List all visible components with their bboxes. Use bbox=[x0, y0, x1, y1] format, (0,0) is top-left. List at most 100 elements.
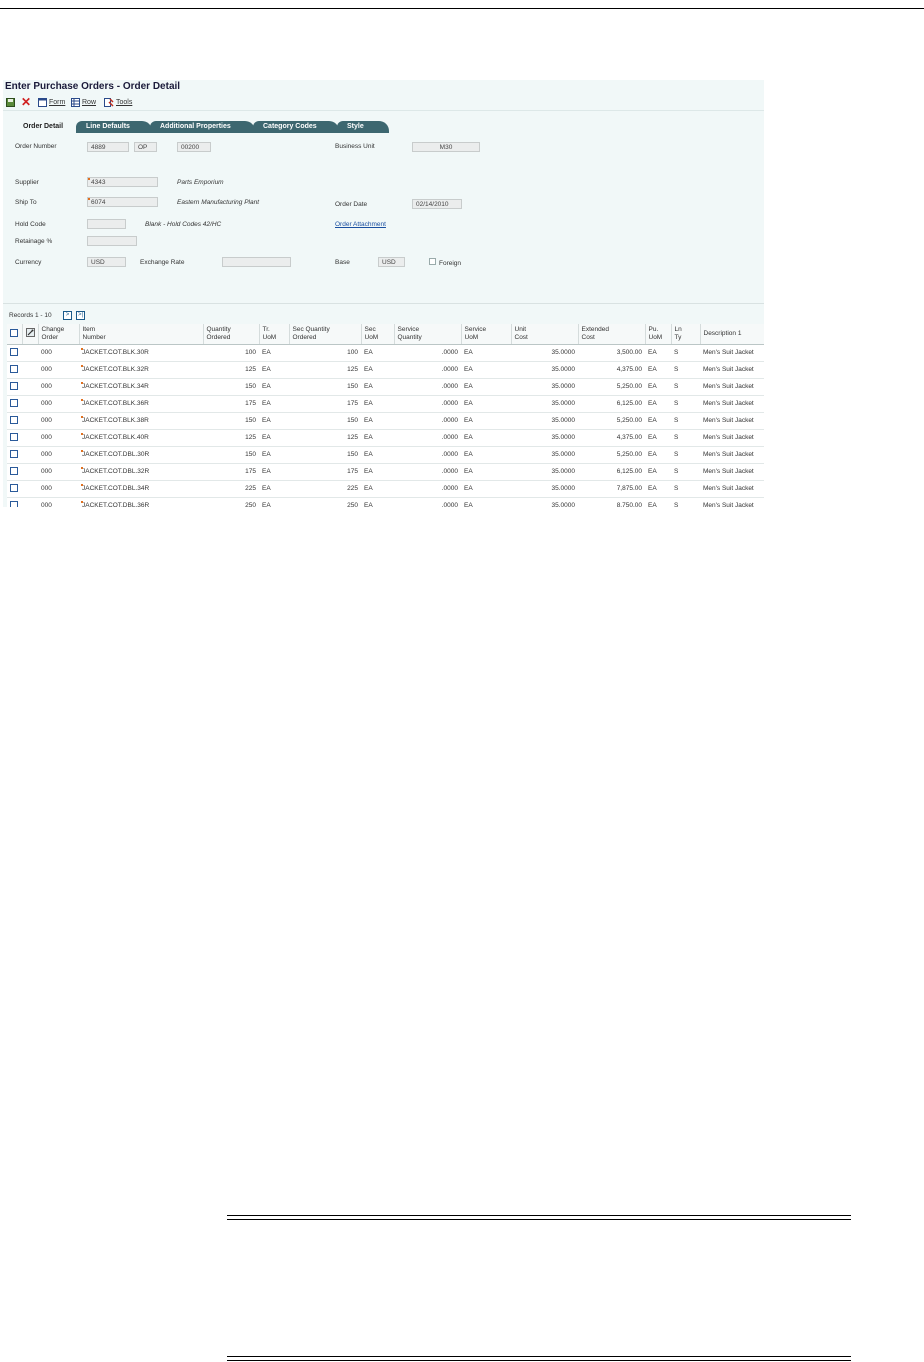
table-row[interactable]: 000 JACKET.COT.DBL.36R 250 EA 250 EA .0000 EA 35… bbox=[7, 497, 764, 507]
table-row[interactable]: 000 JACKET.COT.BLK.34R 150 EA 150 EA .0000 EA 35… bbox=[7, 378, 764, 396]
exchange-rate-field[interactable] bbox=[222, 257, 291, 267]
cell-item-number[interactable]: JACKET.COT.BLK.32R bbox=[79, 361, 203, 379]
row-checkbox[interactable] bbox=[10, 416, 18, 425]
cell-ln-ty[interactable]: S bbox=[671, 412, 700, 430]
base-currency-field[interactable]: USD bbox=[378, 257, 405, 267]
cell-pu-uom[interactable]: EA bbox=[645, 463, 671, 481]
row-checkbox[interactable] bbox=[10, 433, 18, 442]
table-row[interactable]: 000 JACKET.COT.BLK.32R 125 EA 125 EA .0000 EA 35… bbox=[7, 361, 764, 379]
cell-sec-uom[interactable]: EA bbox=[361, 412, 394, 430]
cell-item-number[interactable]: JACKET.COT.DBL.34R bbox=[79, 480, 203, 498]
cell-ln-ty[interactable]: S bbox=[671, 344, 700, 362]
cell-sec-quantity[interactable]: 100 bbox=[289, 344, 361, 362]
cell-tr-uom[interactable]: EA bbox=[259, 361, 289, 379]
cell-tr-uom[interactable]: EA bbox=[259, 344, 289, 362]
cell-description[interactable]: Men's Suit Jacket bbox=[700, 480, 764, 498]
cell-item-number[interactable]: JACKET.COT.DBL.32R bbox=[79, 463, 203, 481]
cell-sec-uom[interactable]: EA bbox=[361, 344, 394, 362]
column-header-service-uom[interactable]: Service UoM bbox=[461, 324, 512, 345]
row-checkbox[interactable] bbox=[10, 399, 18, 408]
cell-service-uom[interactable]: EA bbox=[461, 497, 511, 507]
cell-quantity-ordered[interactable]: 150 bbox=[203, 378, 259, 396]
cell-description[interactable]: Men's Suit Jacket bbox=[700, 412, 764, 430]
cell-description[interactable]: Men's Suit Jacket bbox=[700, 361, 764, 379]
cell-sec-quantity[interactable]: 150 bbox=[289, 412, 361, 430]
row-checkbox[interactable] bbox=[10, 484, 18, 493]
cell-ln-ty[interactable]: S bbox=[671, 395, 700, 413]
cell-sec-uom[interactable]: EA bbox=[361, 429, 394, 447]
cell-ln-ty[interactable]: S bbox=[671, 446, 700, 464]
cell-item-number[interactable]: JACKET.COT.BLK.30R bbox=[79, 344, 203, 362]
cell-service-uom[interactable]: EA bbox=[461, 429, 511, 447]
currency-field[interactable]: USD bbox=[87, 257, 126, 267]
tab-order-detail[interactable]: Order Detail bbox=[13, 121, 78, 133]
cell-sec-uom[interactable]: EA bbox=[361, 463, 394, 481]
cell-sec-quantity[interactable]: 175 bbox=[289, 395, 361, 413]
supplier-field[interactable]: 4343 bbox=[87, 177, 158, 187]
table-row[interactable]: 000 JACKET.COT.BLK.38R 150 EA 150 EA .0000 EA 35… bbox=[7, 412, 764, 430]
column-header-pu-uom[interactable]: Pu. UoM bbox=[645, 324, 672, 345]
order-company-field[interactable]: 00200 bbox=[177, 142, 211, 152]
cell-extended-cost[interactable]: 6,125.00 bbox=[578, 395, 645, 413]
cell-change-order[interactable]: 000 bbox=[38, 480, 79, 498]
row-checkbox[interactable] bbox=[10, 348, 18, 357]
ship-to-field[interactable]: 6074 bbox=[87, 197, 158, 207]
cell-change-order[interactable]: 000 bbox=[38, 463, 79, 481]
cancel-button[interactable]: ✕ bbox=[21, 96, 31, 108]
cell-service-uom[interactable]: EA bbox=[461, 344, 511, 362]
cell-tr-uom[interactable]: EA bbox=[259, 463, 289, 481]
column-header-sec-uom[interactable]: Sec UoM bbox=[361, 324, 395, 345]
cell-service-quantity[interactable]: .0000 bbox=[394, 378, 461, 396]
order-date-field[interactable]: 02/14/2010 bbox=[412, 199, 462, 209]
cell-item-number[interactable]: JACKET.COT.DBL.30R bbox=[79, 446, 203, 464]
cell-description[interactable]: Men's Suit Jacket bbox=[700, 446, 764, 464]
cell-extended-cost[interactable]: 8,750.00 bbox=[578, 497, 645, 507]
table-row[interactable]: 000 JACKET.COT.BLK.36R 175 EA 175 EA .0000 EA 35… bbox=[7, 395, 764, 413]
cell-description[interactable]: Men's Suit Jacket bbox=[700, 378, 764, 396]
table-row[interactable]: 000 JACKET.COT.DBL.34R 225 EA 225 EA .0000 EA 35… bbox=[7, 480, 764, 498]
cell-unit-cost[interactable]: 35.0000 bbox=[511, 446, 578, 464]
column-header-item-number[interactable]: Item Number bbox=[79, 324, 204, 345]
cell-item-number[interactable]: JACKET.COT.BLK.36R bbox=[79, 395, 203, 413]
cell-service-quantity[interactable]: .0000 bbox=[394, 412, 461, 430]
cell-tr-uom[interactable]: EA bbox=[259, 412, 289, 430]
cell-service-uom[interactable]: EA bbox=[461, 446, 511, 464]
cell-tr-uom[interactable]: EA bbox=[259, 378, 289, 396]
cell-ln-ty[interactable]: S bbox=[671, 463, 700, 481]
cell-extended-cost[interactable]: 5,250.00 bbox=[578, 446, 645, 464]
retainage-field[interactable] bbox=[87, 236, 137, 246]
cell-description[interactable]: Men's Suit Jacket bbox=[700, 395, 764, 413]
cell-unit-cost[interactable]: 35.0000 bbox=[511, 344, 578, 362]
cell-tr-uom[interactable]: EA bbox=[259, 429, 289, 447]
cell-sec-quantity[interactable]: 250 bbox=[289, 497, 361, 507]
cell-sec-uom[interactable]: EA bbox=[361, 361, 394, 379]
cell-service-quantity[interactable]: .0000 bbox=[394, 480, 461, 498]
cell-sec-quantity[interactable]: 150 bbox=[289, 446, 361, 464]
select-all-column[interactable] bbox=[7, 324, 23, 345]
cell-extended-cost[interactable]: 5,250.00 bbox=[578, 378, 645, 396]
cell-unit-cost[interactable]: 35.0000 bbox=[511, 395, 578, 413]
cell-change-order[interactable]: 000 bbox=[38, 446, 79, 464]
cell-quantity-ordered[interactable]: 100 bbox=[203, 344, 259, 362]
column-header-service-quantity[interactable]: Service Quantity bbox=[394, 324, 462, 345]
column-header-description[interactable]: Description 1 bbox=[700, 324, 764, 345]
cell-pu-uom[interactable]: EA bbox=[645, 412, 671, 430]
cell-change-order[interactable]: 000 bbox=[38, 395, 79, 413]
column-header-change-order[interactable]: Change Order bbox=[38, 324, 80, 345]
cell-quantity-ordered[interactable]: 250 bbox=[203, 497, 259, 507]
table-row[interactable]: 000 JACKET.COT.DBL.30R 150 EA 150 EA .0000 EA 35… bbox=[7, 446, 764, 464]
cell-change-order[interactable]: 000 bbox=[38, 361, 79, 379]
cell-pu-uom[interactable]: EA bbox=[645, 361, 671, 379]
cell-unit-cost[interactable]: 35.0000 bbox=[511, 361, 578, 379]
cell-ln-ty[interactable]: S bbox=[671, 480, 700, 498]
cell-service-uom[interactable]: EA bbox=[461, 412, 511, 430]
cell-ln-ty[interactable]: S bbox=[671, 378, 700, 396]
select-all-checkbox[interactable] bbox=[10, 329, 18, 337]
cell-pu-uom[interactable]: EA bbox=[645, 429, 671, 447]
cell-service-quantity[interactable]: .0000 bbox=[394, 429, 461, 447]
row-checkbox[interactable] bbox=[10, 365, 18, 374]
business-unit-field[interactable]: M30 bbox=[412, 142, 480, 152]
cell-ln-ty[interactable]: S bbox=[671, 497, 700, 507]
cell-sec-quantity[interactable]: 225 bbox=[289, 480, 361, 498]
order-attachment-link[interactable]: Order Attachment bbox=[335, 220, 386, 229]
